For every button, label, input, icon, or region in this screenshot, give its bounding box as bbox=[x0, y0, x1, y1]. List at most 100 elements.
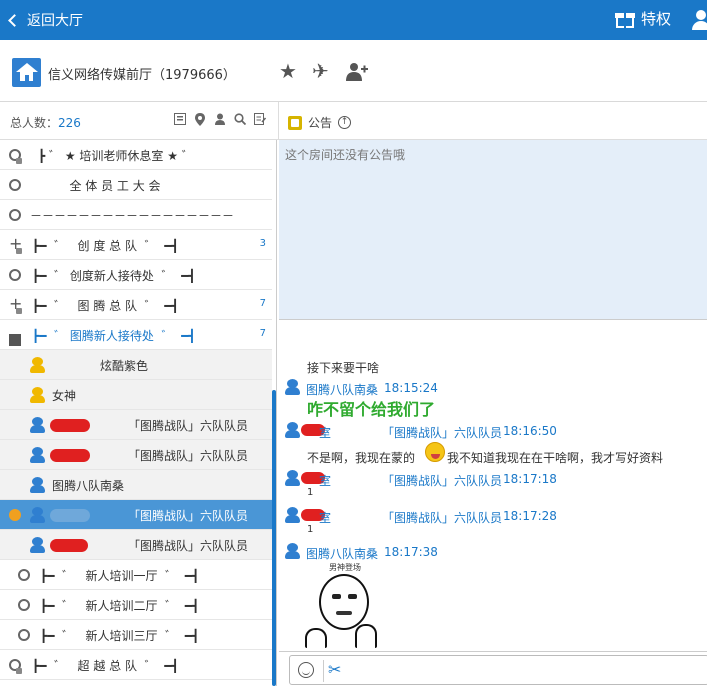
plane-icon[interactable]: ✈ bbox=[312, 60, 329, 82]
sender-name[interactable]: 室 bbox=[319, 472, 331, 489]
message-input[interactable]: ✂ bbox=[289, 655, 707, 685]
member-avatar bbox=[30, 507, 45, 523]
emoji-icon[interactable] bbox=[298, 662, 314, 678]
redacted-name bbox=[50, 539, 88, 552]
sender-role: 「图腾战队」六队队员 bbox=[382, 511, 503, 525]
total-count: 总人数：226 bbox=[10, 114, 81, 131]
tab-notice[interactable]: 公告 ↑ bbox=[288, 114, 352, 131]
info-icon[interactable]: ↑ bbox=[338, 116, 352, 129]
member-name: 炫酷紫色 bbox=[100, 359, 149, 373]
channel-list[interactable]: ┣ ゛ ★ 培训老师休息室 ★ ゛ 全 体 员 工 大 会 －－－－－－－－－－… bbox=[0, 140, 277, 686]
scrollbar[interactable] bbox=[272, 390, 276, 686]
privilege-button[interactable]: 特权 bbox=[615, 8, 671, 29]
sender-name[interactable]: 室 bbox=[319, 424, 331, 441]
message-text: 咋不留个给我们了 bbox=[307, 400, 436, 419]
message-time: 18:17:18 bbox=[503, 472, 557, 486]
member-avatar bbox=[30, 357, 45, 373]
channel-label: ┣ ゛ ★ 培训老师休息室 ★ ゛ bbox=[38, 149, 194, 163]
member-name: 女神 bbox=[52, 389, 77, 403]
member-row[interactable]: 「图腾战队」六队队员 bbox=[0, 440, 272, 470]
collapse-icon[interactable] bbox=[9, 334, 21, 346]
toolbar-divider bbox=[323, 660, 324, 682]
sender-name[interactable]: 室 bbox=[319, 509, 331, 526]
header-divider bbox=[278, 102, 279, 140]
member-role: 「图腾战队」六队队员 bbox=[128, 419, 249, 433]
member-row[interactable]: 「图腾战队」六队队员 bbox=[0, 410, 272, 440]
member-name: 图腾八队南桑 bbox=[52, 479, 125, 493]
redacted-name bbox=[50, 419, 90, 432]
notice-icon bbox=[288, 115, 302, 130]
ring-icon bbox=[9, 179, 21, 191]
message-time: 18:17:28 bbox=[503, 509, 557, 523]
meme-sticker: 男神登场 bbox=[305, 562, 389, 651]
channel-label: ┣━ ゛ 创 度 总 队 ゛ ━┫ bbox=[32, 239, 179, 253]
list-view-icon[interactable] bbox=[173, 113, 187, 127]
members-icon[interactable] bbox=[213, 113, 227, 127]
channel-row[interactable]: ┣━ ゛ 创度新人接待处 ゛ ━┫ bbox=[0, 260, 272, 290]
sender-avatar bbox=[285, 507, 300, 523]
member-role: 「图腾战队」六队队员 bbox=[128, 509, 249, 523]
channel-row[interactable]: 全 体 员 工 大 会 bbox=[0, 170, 272, 200]
speaking-icon bbox=[9, 509, 21, 521]
sender-name[interactable]: 图腾八队南桑 bbox=[306, 545, 378, 562]
member-row-selected[interactable]: 「图腾战队」六队队员 bbox=[0, 500, 272, 530]
sender-avatar bbox=[285, 422, 300, 438]
channel-row[interactable]: + ┣━ ゛ 创 度 总 队 ゛ ━┫ 3 bbox=[0, 230, 272, 260]
chat-panel[interactable]: 接下来要干啥 图腾八队南桑 18:15:24 咋不留个给我们了 室 「图腾战队」… bbox=[279, 321, 707, 651]
channel-label: 全 体 员 工 大 会 bbox=[58, 179, 161, 193]
channel-row[interactable]: ┣━ ゛ 超 越 总 队 ゛ ━┫ bbox=[0, 650, 272, 680]
message-time: 18:15:24 bbox=[384, 381, 438, 395]
channel-count: 3 bbox=[259, 238, 266, 249]
sender-role: 「图腾战队」六队队员 bbox=[382, 426, 503, 440]
user-icon[interactable] bbox=[692, 10, 707, 30]
member-row[interactable]: 炫酷紫色 bbox=[0, 350, 272, 380]
message-input-bar: ✂ bbox=[279, 651, 707, 686]
channel-label: ┣━ ゛ 创度新人接待处 ゛ ━┫ bbox=[32, 269, 196, 283]
room-title: 信义网络传媒前厅（1979666） bbox=[48, 68, 236, 83]
add-user-icon[interactable] bbox=[346, 62, 368, 86]
sender-avatar bbox=[285, 379, 300, 395]
home-icon bbox=[12, 58, 41, 87]
sender-avatar bbox=[285, 543, 300, 559]
ring-icon bbox=[18, 569, 30, 581]
channel-row[interactable]: ┣━ ゛ 新人培训一厅 ゛ ━┫ bbox=[0, 560, 272, 590]
ring-icon bbox=[18, 599, 30, 611]
channel-row[interactable]: －－－－－－－－－－－－－－－－－ bbox=[0, 200, 272, 230]
room-header: 信义网络传媒前厅（1979666） ★ ✈ bbox=[0, 40, 707, 102]
channel-row[interactable]: ┣ ゛ ★ 培训老师休息室 ★ ゛ bbox=[0, 140, 272, 170]
channel-row-open[interactable]: ┣━ ゛ 图腾新人接待处 ゛ ━┫ 7 bbox=[0, 320, 272, 350]
location-icon[interactable] bbox=[193, 113, 207, 127]
member-avatar bbox=[30, 447, 45, 463]
top-bar: 返回大厅 特权 bbox=[0, 0, 707, 40]
edit-icon[interactable] bbox=[253, 113, 267, 127]
sender-avatar bbox=[285, 470, 300, 486]
back-to-lobby-button[interactable]: 返回大厅 bbox=[8, 10, 83, 30]
ring-icon bbox=[18, 629, 30, 641]
channel-row[interactable]: ┣━ ゛ 新人培训三厅 ゛ ━┫ bbox=[0, 620, 272, 650]
total-label: 总人数： bbox=[10, 116, 59, 130]
announcement-empty-text: 这个房间还没有公告哦 bbox=[285, 148, 406, 162]
member-role: 「图腾战队」六队队员 bbox=[128, 539, 249, 553]
search-icon[interactable] bbox=[233, 113, 247, 127]
sticker-caption: 男神登场 bbox=[329, 563, 361, 572]
channel-count: 7 bbox=[259, 328, 266, 339]
redacted-name bbox=[50, 449, 90, 462]
star-icon[interactable]: ★ bbox=[279, 60, 297, 82]
notice-tab-label: 公告 bbox=[308, 116, 333, 130]
message-text: 1 bbox=[307, 524, 314, 535]
member-avatar bbox=[30, 537, 45, 553]
channel-row[interactable]: + ┣━ ゛ 图 腾 总 队 ゛ ━┫ 7 bbox=[0, 290, 272, 320]
member-row[interactable]: 图腾八队南桑 bbox=[0, 470, 272, 500]
lock-icon bbox=[16, 248, 22, 254]
message-text: 不是啊，我现在蒙的 bbox=[307, 451, 416, 465]
channel-label: ┣━ ゛ 图腾新人接待处 ゛ ━┫ bbox=[32, 329, 196, 343]
laughing-emoji-icon bbox=[425, 442, 445, 462]
lock-icon bbox=[16, 668, 22, 674]
channel-row[interactable]: ┣━ ゛ 新人培训二厅 ゛ ━┫ bbox=[0, 590, 272, 620]
member-row[interactable]: 「图腾战队」六队队员 bbox=[0, 530, 272, 560]
scissors-icon[interactable]: ✂ bbox=[328, 660, 341, 680]
panel-header: 总人数：226 公告 ↑ bbox=[0, 102, 707, 140]
member-row[interactable]: 女神 bbox=[0, 380, 272, 410]
channel-label: ┣━ ゛ 新人培训三厅 ゛ ━┫ bbox=[40, 629, 200, 643]
channel-label: ┣━ ゛ 超 越 总 队 ゛ ━┫ bbox=[32, 659, 179, 673]
